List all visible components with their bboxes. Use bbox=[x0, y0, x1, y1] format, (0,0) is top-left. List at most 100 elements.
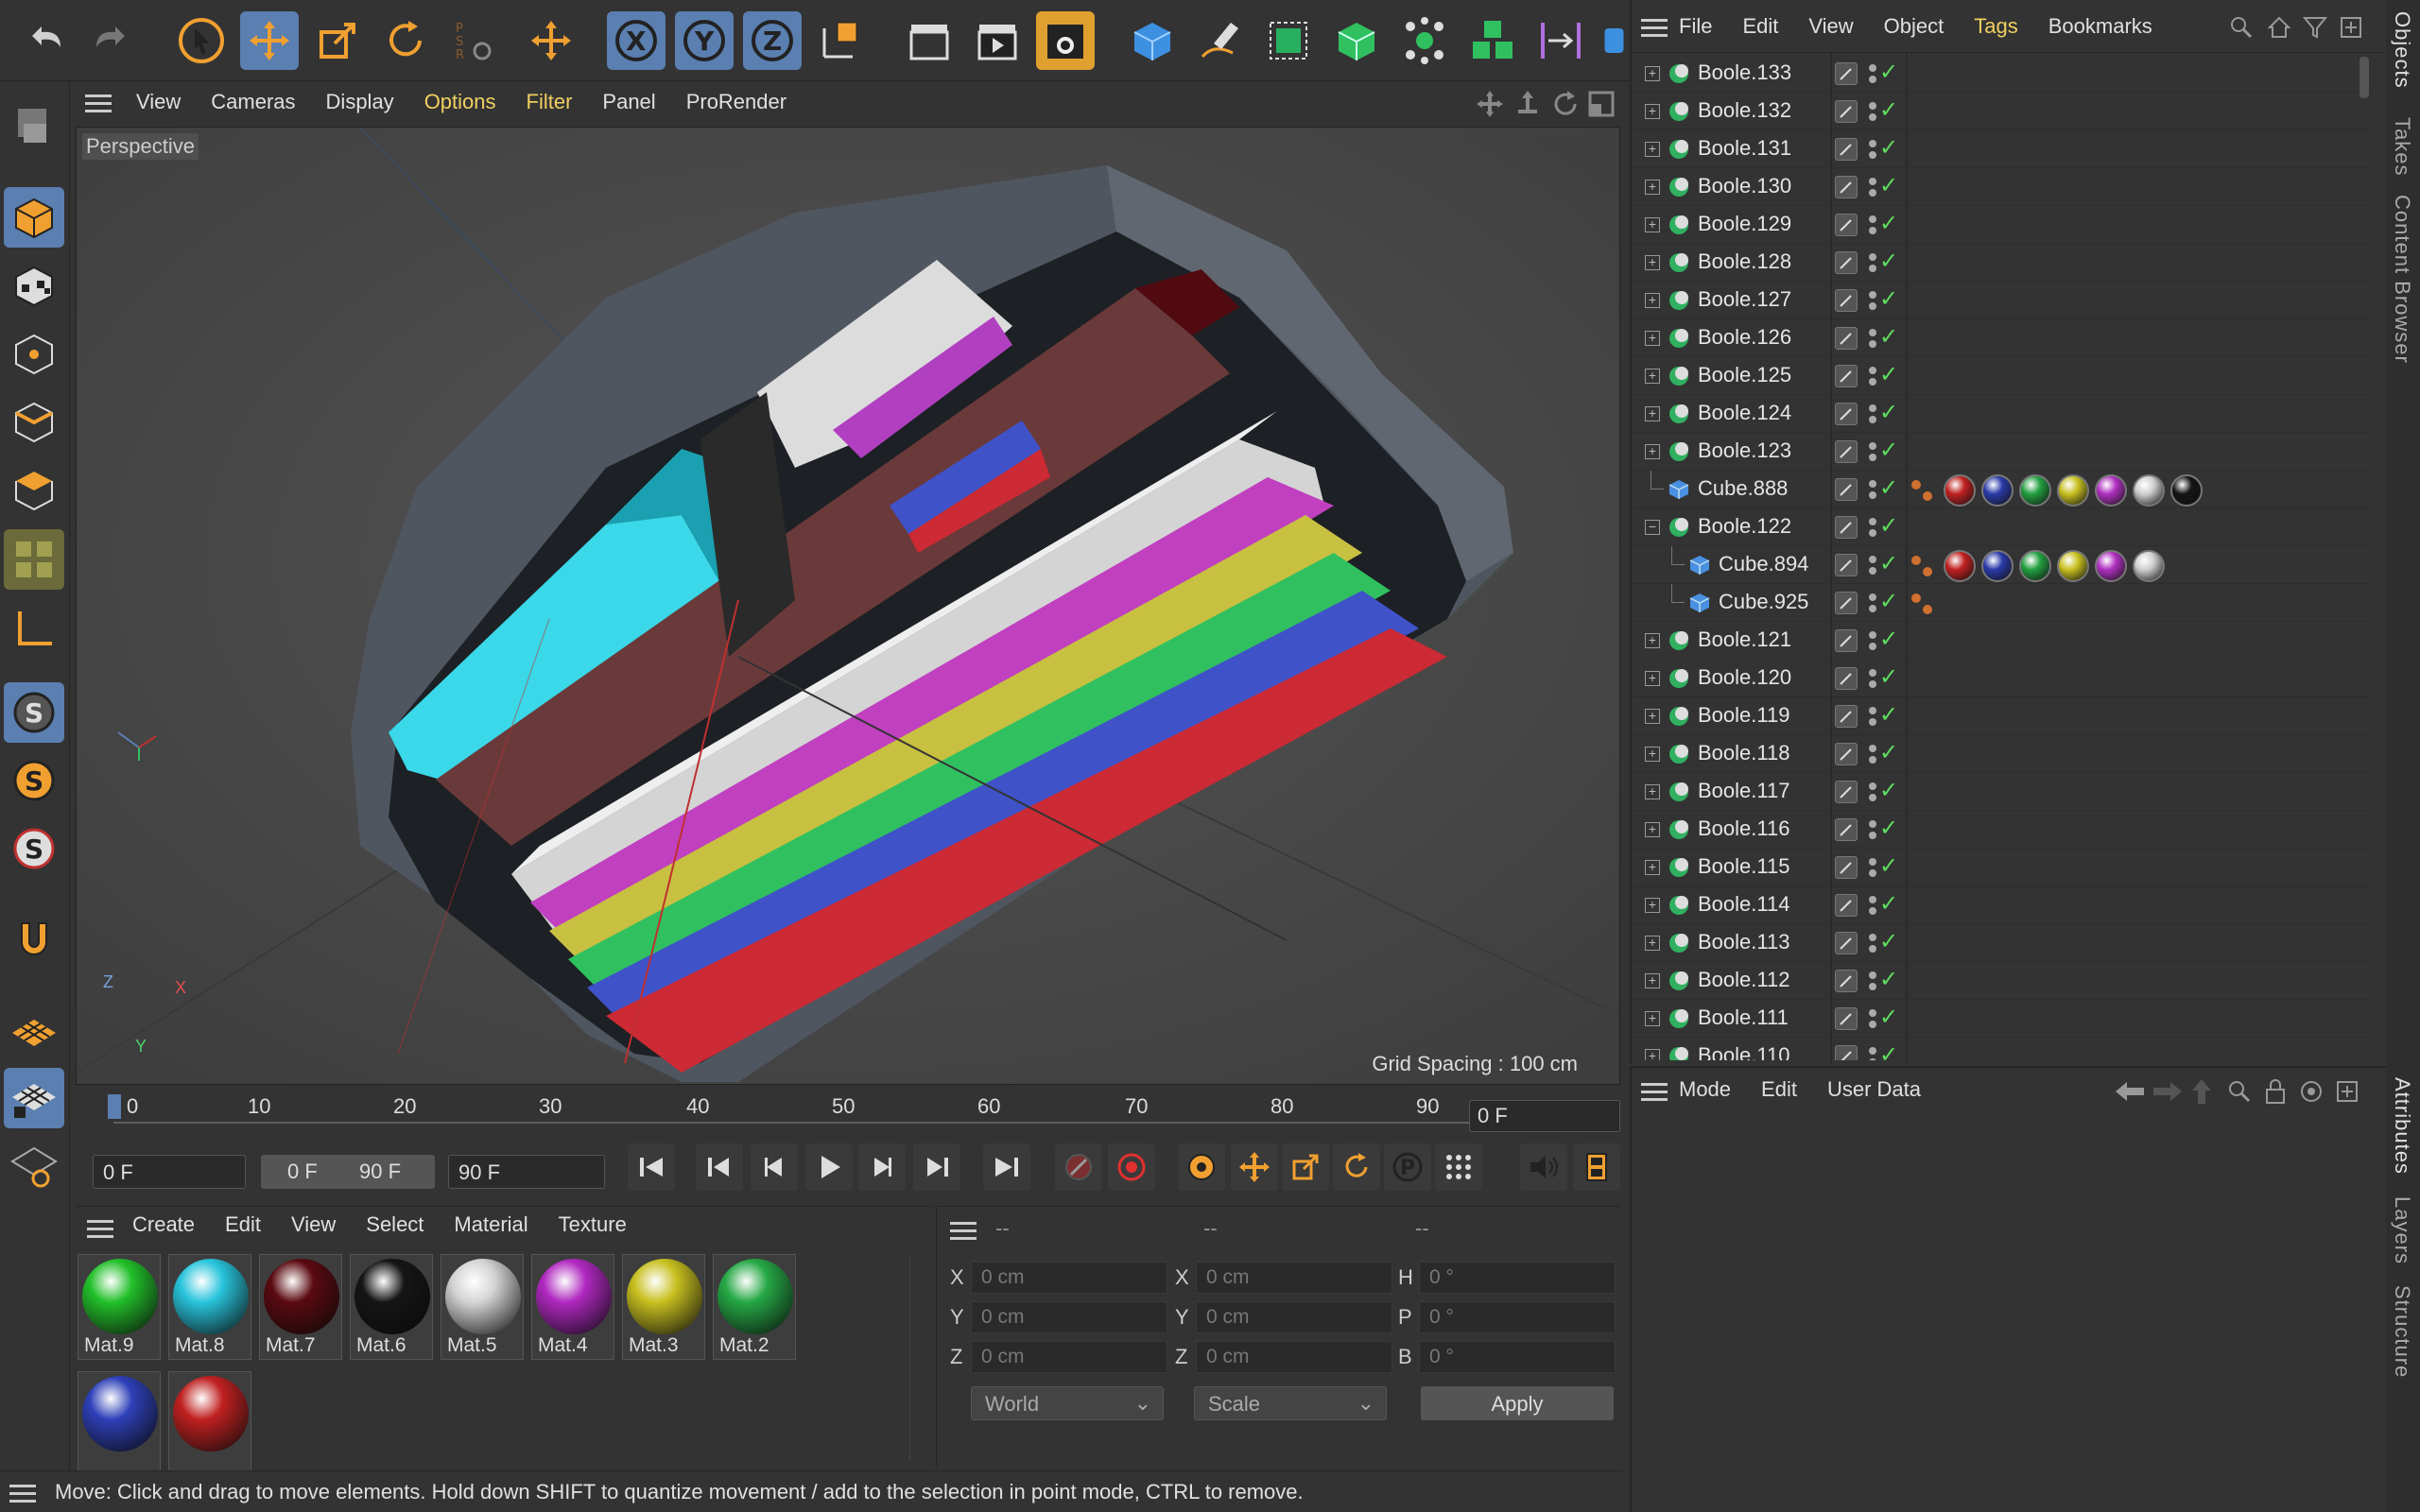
camera-label[interactable]: Perspective bbox=[82, 133, 199, 160]
visibility-dots-icon[interactable] bbox=[1866, 552, 1879, 578]
enabled-check-icon[interactable]: ✓ bbox=[1879, 966, 1898, 993]
edit-toggle-icon[interactable] bbox=[1835, 100, 1858, 123]
side-tab-attributes[interactable]: Attributes bbox=[2390, 1077, 2414, 1175]
coord-size-field[interactable]: 0 cm bbox=[1196, 1301, 1392, 1333]
material-swatch[interactable]: Mat.9 bbox=[78, 1254, 161, 1360]
viewport-canvas[interactable]: Perspective Z X Y Grid Spacing : 100 cm bbox=[76, 127, 1620, 1085]
make-editable-button[interactable] bbox=[4, 94, 64, 155]
axis-mode-button[interactable] bbox=[4, 599, 64, 660]
visibility-dots-icon[interactable] bbox=[1866, 1043, 1879, 1060]
edit-toggle-icon[interactable] bbox=[1835, 818, 1858, 841]
material-menu-view[interactable]: View bbox=[276, 1212, 351, 1237]
key-pla-button[interactable] bbox=[1435, 1143, 1482, 1191]
objects-menu-file[interactable]: File bbox=[1664, 14, 1727, 39]
expand-toggle-icon[interactable]: + bbox=[1645, 671, 1660, 686]
object-row[interactable]: + Boole.133 ✓ bbox=[1632, 55, 2369, 93]
object-row[interactable]: + Boole.120 ✓ bbox=[1632, 660, 2369, 697]
viewport-menu-prorender[interactable]: ProRender bbox=[671, 90, 802, 114]
solo-off-button[interactable]: S bbox=[4, 818, 64, 879]
material-tag[interactable] bbox=[1981, 550, 2014, 582]
object-row[interactable]: + Boole.114 ✓ bbox=[1632, 886, 2369, 924]
attributes-menu-edit[interactable]: Edit bbox=[1746, 1077, 1812, 1102]
size-mode-select[interactable]: Scale ⌄ bbox=[1194, 1386, 1387, 1420]
snap-button[interactable] bbox=[4, 909, 64, 970]
coord-size-field[interactable]: 0 cm bbox=[1196, 1341, 1392, 1373]
expand-toggle-icon[interactable]: + bbox=[1645, 747, 1660, 762]
object-row[interactable]: + Boole.126 ✓ bbox=[1632, 319, 2369, 357]
material-tag[interactable] bbox=[2133, 474, 2165, 507]
side-tab-structure[interactable]: Structure bbox=[2390, 1285, 2414, 1378]
object-name[interactable]: Boole.128 bbox=[1698, 249, 1791, 274]
coord-position-field[interactable]: 0 cm bbox=[971, 1341, 1167, 1373]
enabled-check-icon[interactable]: ✓ bbox=[1879, 815, 1898, 842]
expand-toggle-icon[interactable]: + bbox=[1645, 331, 1660, 346]
status-menu-icon[interactable] bbox=[9, 1483, 38, 1503]
polygon-mode-button[interactable] bbox=[4, 459, 64, 520]
solo-hierarchy-button[interactable]: S bbox=[4, 750, 64, 811]
object-row[interactable]: + Boole.112 ✓ bbox=[1632, 962, 2369, 1000]
deformer-button[interactable] bbox=[1531, 11, 1590, 70]
autokey-button[interactable] bbox=[1108, 1143, 1155, 1191]
viewport-menu-icon[interactable] bbox=[85, 93, 113, 113]
object-name[interactable]: Boole.125 bbox=[1698, 363, 1791, 387]
material-scrollbar[interactable] bbox=[909, 1256, 925, 1460]
key-parameter-button[interactable]: P bbox=[1384, 1143, 1431, 1191]
enabled-check-icon[interactable]: ✓ bbox=[1879, 550, 1898, 577]
object-row[interactable]: + Boole.117 ✓ bbox=[1632, 773, 2369, 811]
model-mode-button[interactable] bbox=[4, 187, 64, 248]
keyframe-selection-button[interactable] bbox=[1178, 1143, 1225, 1191]
material-menu-create[interactable]: Create bbox=[117, 1212, 210, 1237]
point-mode-button[interactable] bbox=[4, 323, 64, 384]
objects-menu-bookmarks[interactable]: Bookmarks bbox=[2033, 14, 2168, 39]
key-scale-button[interactable] bbox=[1282, 1143, 1329, 1191]
object-row[interactable]: + Boole.130 ✓ bbox=[1632, 168, 2369, 206]
expand-toggle-icon[interactable]: + bbox=[1645, 709, 1660, 724]
expand-toggle-icon[interactable]: + bbox=[1645, 973, 1660, 988]
viewport-zoom-icon[interactable] bbox=[1512, 89, 1543, 119]
coordinate-system-button[interactable] bbox=[811, 11, 870, 70]
object-row[interactable]: + Boole.125 ✓ bbox=[1632, 357, 2369, 395]
subdivision-button[interactable] bbox=[1259, 11, 1318, 70]
target-icon[interactable] bbox=[2299, 1079, 2324, 1104]
locked-workplane-button[interactable] bbox=[4, 1068, 64, 1128]
expand-toggle-icon[interactable]: + bbox=[1645, 255, 1660, 270]
workplane-button[interactable] bbox=[4, 1000, 64, 1060]
visibility-dots-icon[interactable] bbox=[1866, 174, 1879, 200]
material-menu-texture[interactable]: Texture bbox=[544, 1212, 642, 1237]
object-row[interactable]: + Boole.119 ✓ bbox=[1632, 697, 2369, 735]
enabled-check-icon[interactable]: ✓ bbox=[1879, 852, 1898, 880]
apply-button[interactable]: Apply bbox=[1421, 1386, 1614, 1420]
sound-button[interactable] bbox=[1520, 1143, 1567, 1191]
object-name[interactable]: Boole.123 bbox=[1698, 438, 1791, 463]
edit-toggle-icon[interactable] bbox=[1835, 138, 1858, 161]
object-name[interactable]: Boole.122 bbox=[1698, 514, 1791, 539]
object-row[interactable]: + Boole.123 ✓ bbox=[1632, 433, 2369, 471]
enabled-check-icon[interactable]: ✓ bbox=[1879, 928, 1898, 955]
visibility-dots-icon[interactable] bbox=[1866, 325, 1879, 352]
material-tag[interactable] bbox=[1944, 474, 1976, 507]
edit-toggle-icon[interactable] bbox=[1835, 327, 1858, 350]
expand-toggle-icon[interactable]: + bbox=[1645, 293, 1660, 308]
forward-arrow-icon[interactable] bbox=[2152, 1079, 2184, 1104]
objects-menu-object[interactable]: Object bbox=[1869, 14, 1960, 39]
material-tag[interactable] bbox=[1981, 474, 2014, 507]
phong-tag-icon[interactable] bbox=[1910, 554, 1934, 578]
visibility-dots-icon[interactable] bbox=[1866, 249, 1879, 276]
search-icon[interactable] bbox=[2227, 1079, 2252, 1104]
back-arrow-icon[interactable] bbox=[2114, 1079, 2146, 1104]
go-to-start-button[interactable] bbox=[628, 1143, 675, 1191]
cube-object-button[interactable] bbox=[1123, 11, 1182, 70]
y-axis-button[interactable]: Y bbox=[675, 11, 734, 70]
object-row[interactable]: + Boole.116 ✓ bbox=[1632, 811, 2369, 849]
transform-button[interactable] bbox=[522, 11, 580, 70]
object-name[interactable]: Boole.115 bbox=[1698, 854, 1789, 879]
more-tools-button[interactable] bbox=[1599, 11, 1628, 70]
enabled-check-icon[interactable]: ✓ bbox=[1879, 512, 1898, 540]
object-row[interactable]: + Boole.128 ✓ bbox=[1632, 244, 2369, 282]
edit-toggle-icon[interactable] bbox=[1835, 62, 1858, 85]
viewport-menu-view[interactable]: View bbox=[121, 90, 196, 114]
viewport-menu-display[interactable]: Display bbox=[311, 90, 409, 114]
timeline-playhead[interactable] bbox=[108, 1094, 121, 1119]
object-name[interactable]: Boole.114 bbox=[1698, 892, 1789, 917]
current-frame-field[interactable]: 0 F bbox=[1469, 1100, 1620, 1132]
